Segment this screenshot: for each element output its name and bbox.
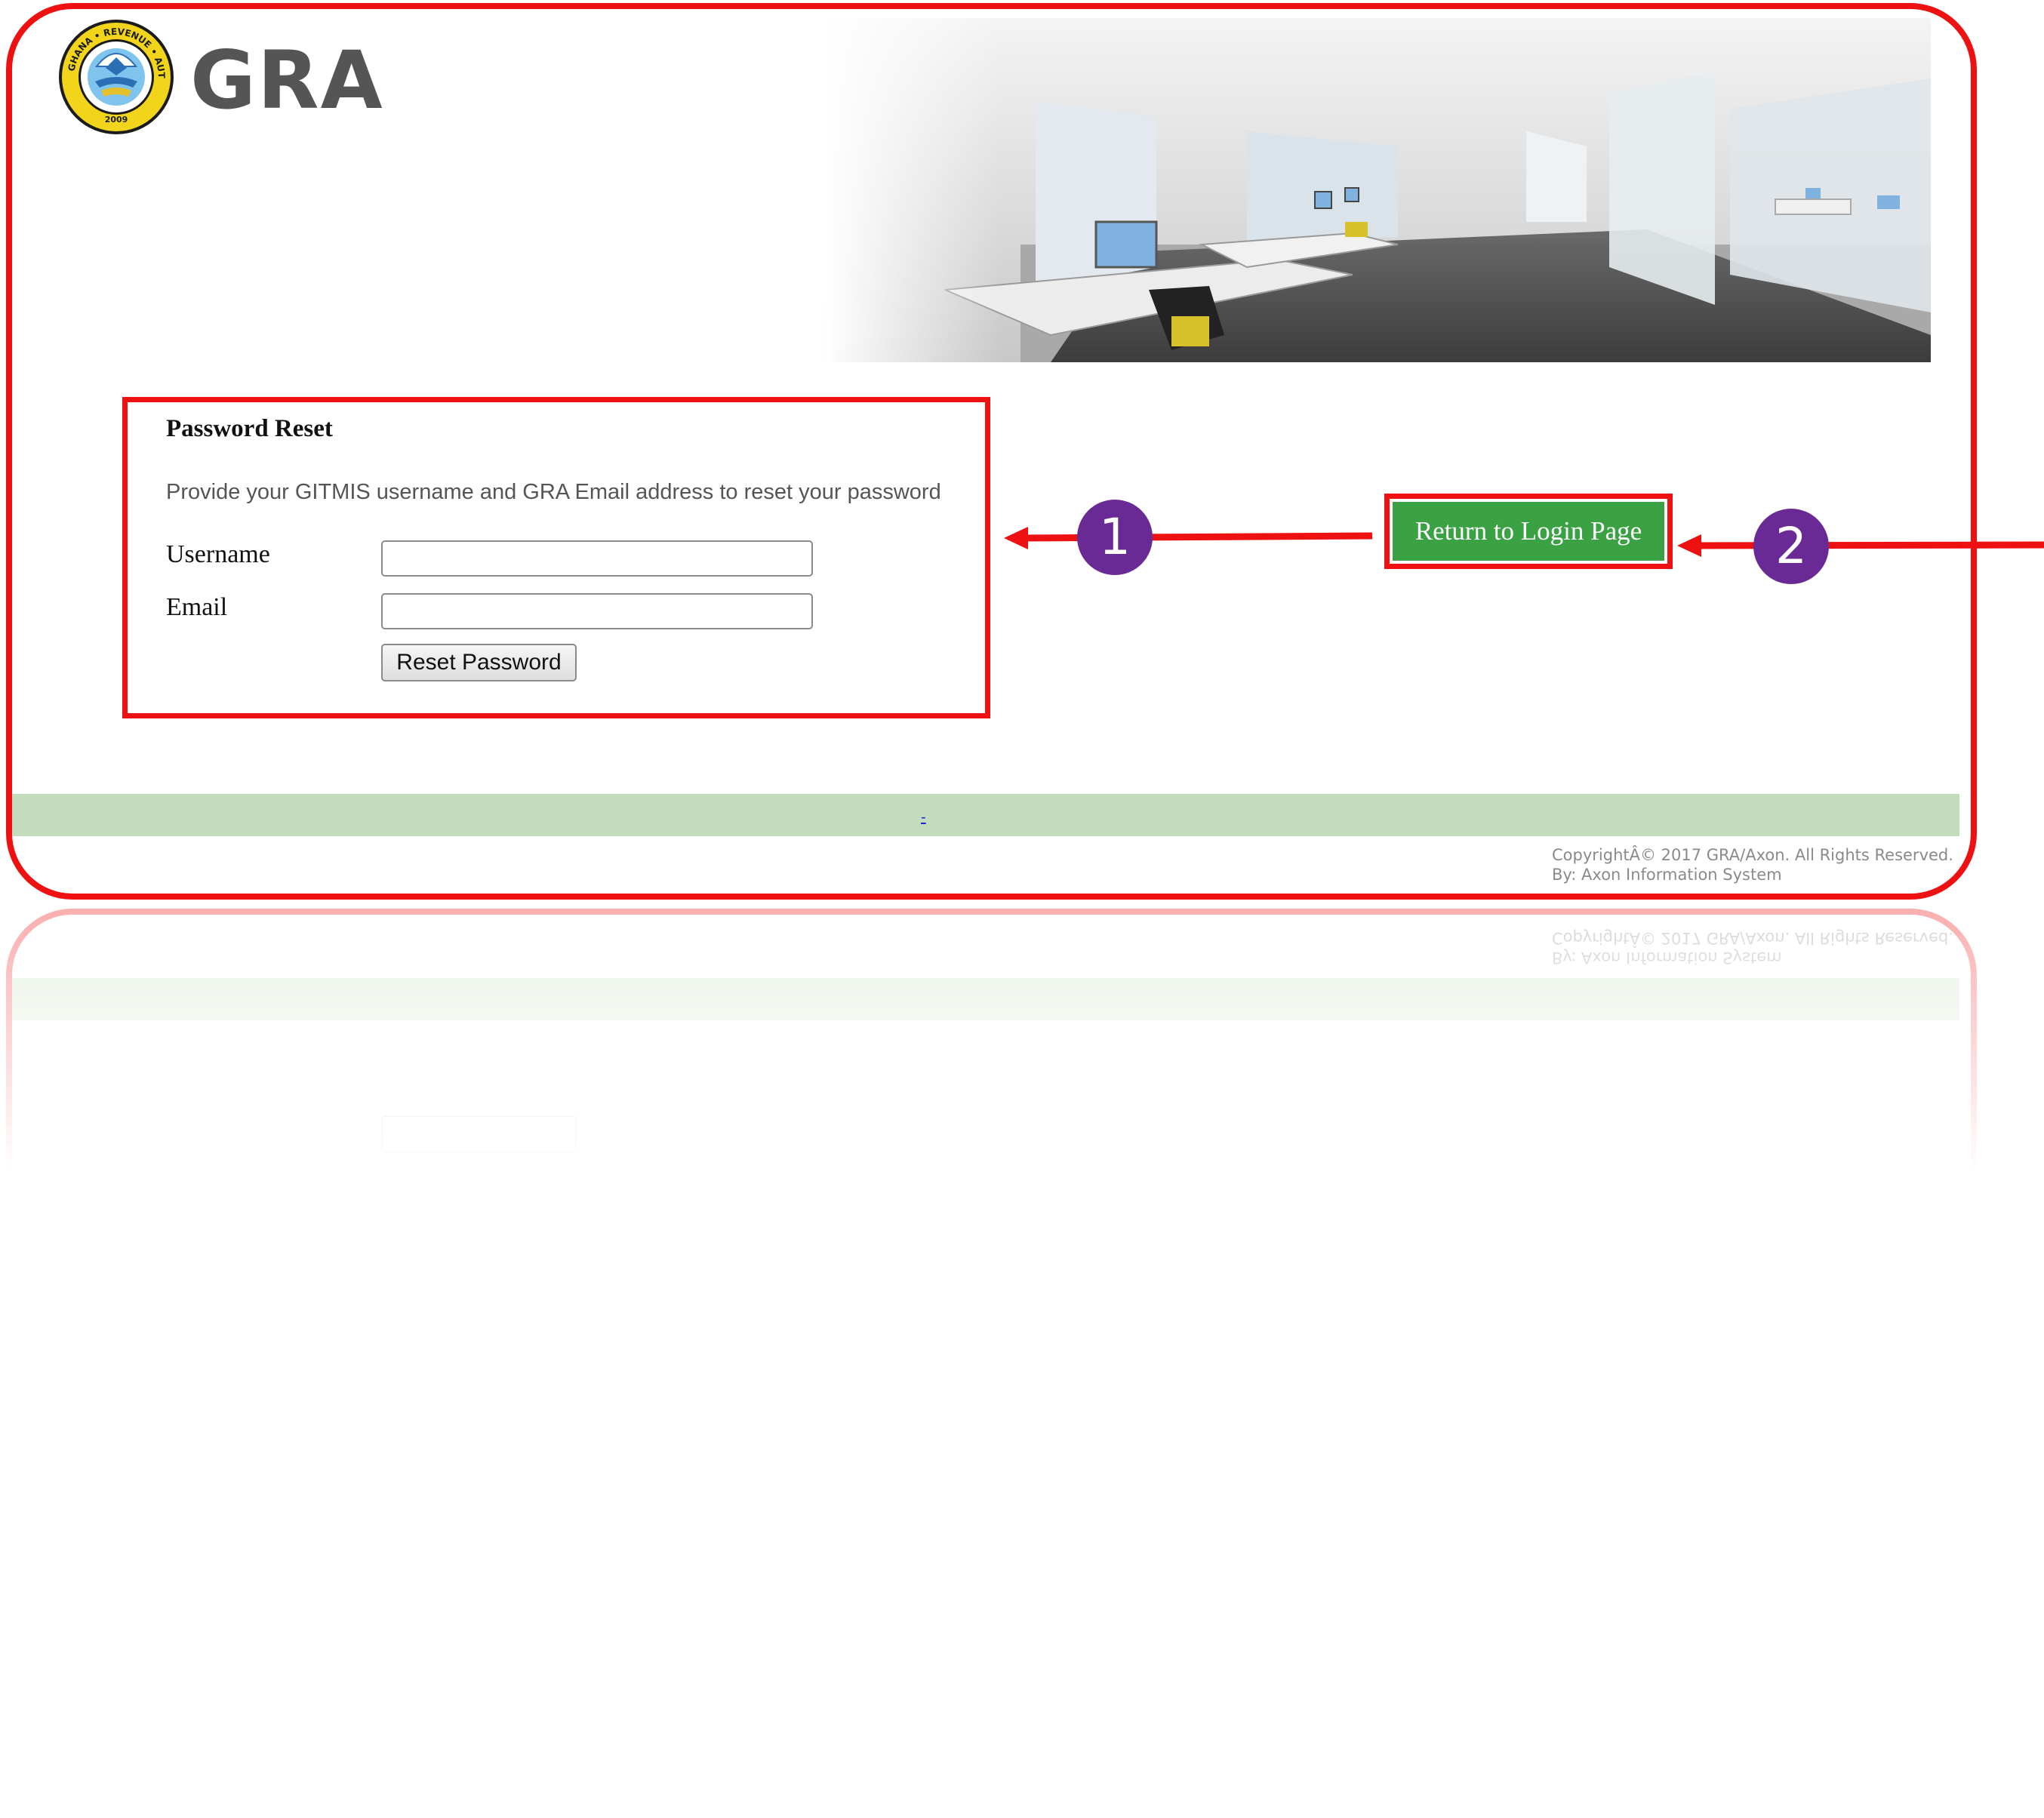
- credit-line: By: Axon Information System: [1552, 866, 1782, 884]
- copyright-text: CopyrightÂ© 2017 GRA/Axon. All Rights Re…: [1552, 845, 1953, 884]
- reflection-effect: By: Axon Information System CopyrightÂ© …: [0, 900, 2044, 1171]
- callout-badge-2: 2: [1753, 509, 1829, 584]
- arrow-left-icon: [1677, 534, 2044, 557]
- reflection-text: By: Axon Information System CopyrightÂ© …: [1552, 928, 1953, 967]
- footer-band: [12, 794, 1959, 836]
- copyright-line: CopyrightÂ© 2017 GRA/Axon. All Rights Re…: [1552, 846, 1953, 864]
- footer-link[interactable]: -: [921, 810, 931, 825]
- arrow-left-icon: [1004, 527, 1373, 549]
- annotation-arrows: [1004, 527, 2044, 557]
- callout-badge-1: 1: [1077, 500, 1153, 575]
- reflection-content: By: Axon Information System CopyrightÂ© …: [0, 900, 2044, 1171]
- reflection-copyright: CopyrightÂ© 2017 GRA/Axon. All Rights Re…: [1552, 929, 1953, 947]
- reflection-button: [381, 1115, 577, 1153]
- annotated-screenshot: GHANA • REVENUE • AUTHORITY 2009 GRA: [0, 0, 2044, 1818]
- reflection-band: [12, 978, 1959, 1020]
- reflection-credit: By: Axon Information System: [1552, 949, 1782, 967]
